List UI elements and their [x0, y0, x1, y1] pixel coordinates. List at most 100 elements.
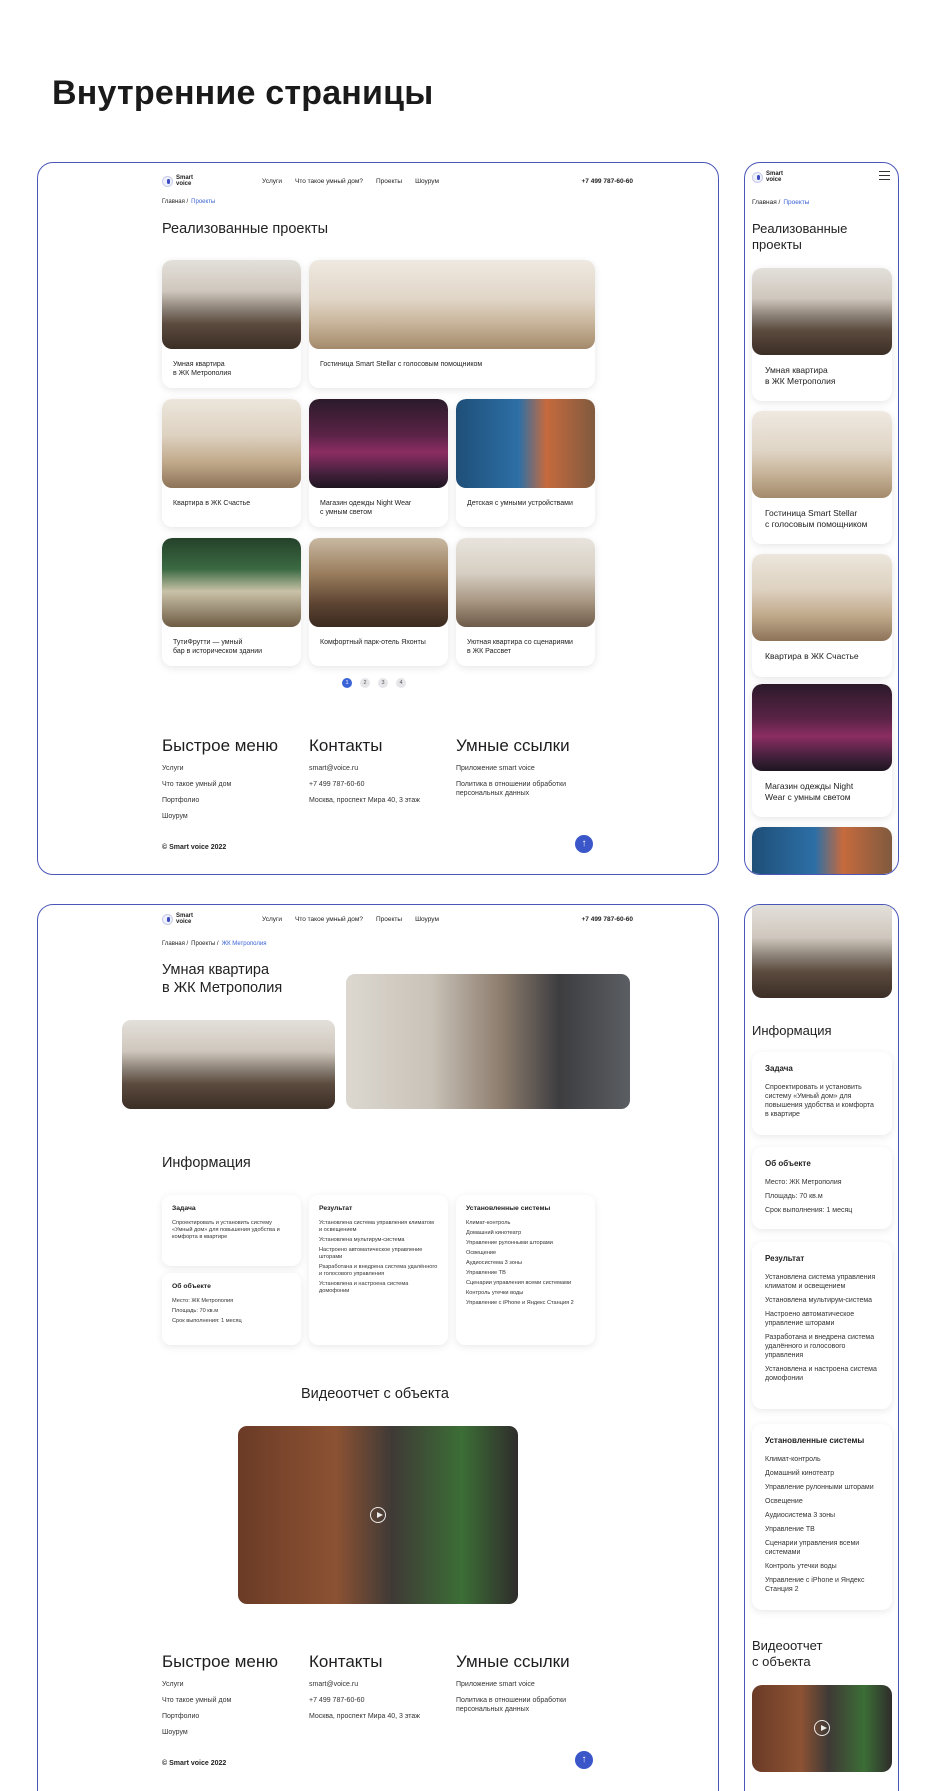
- nav-item-projects[interactable]: Проекты: [376, 178, 402, 185]
- footer-link-services[interactable]: Услуги: [162, 1680, 278, 1689]
- page-2-button[interactable]: 2: [360, 678, 370, 688]
- project-card[interactable]: Уютная квартира со сценариями в ЖК Рассв…: [456, 538, 595, 666]
- nav-item-showroom[interactable]: Шоурум: [415, 916, 439, 923]
- footer-link-services[interactable]: Услуги: [162, 764, 278, 773]
- logo[interactable]: Smart voice: [162, 175, 262, 187]
- footer-link-portfolio[interactable]: Портфолио: [162, 1712, 278, 1721]
- project-card[interactable]: Магазин одежды Night Wear с умным светом: [309, 399, 448, 527]
- system-item: Контроль утечки воды: [466, 1290, 524, 1296]
- footer-link-app[interactable]: Приложение smart voice: [456, 1680, 570, 1689]
- nav-item-projects[interactable]: Проекты: [376, 916, 402, 923]
- project-caption: Гостиница Smart Stellar с голосовым помо…: [320, 361, 483, 368]
- result-item: Установлена система управления климатом …: [765, 1274, 876, 1290]
- project-card[interactable]: Детская с умными устройствами: [456, 399, 595, 527]
- project-caption: ТутиФрутти — умный бар в историческом зд…: [173, 639, 263, 655]
- footer-link-portfolio[interactable]: Портфолио: [162, 796, 278, 805]
- video-title: Видеоотчет с объекта: [301, 1386, 449, 1402]
- project-card[interactable]: Умная квартира в ЖК Метрополия: [752, 268, 892, 401]
- project-card[interactable]: Магазин одежды Night Wear с умным светом: [752, 684, 892, 817]
- project-card[interactable]: Комфортный парк-отель Яхонты: [309, 538, 448, 666]
- nav-item-smart-home[interactable]: Что такое умный дом?: [295, 178, 363, 185]
- page-title: Умная квартира в ЖК Метрополия: [162, 962, 283, 997]
- menu-icon[interactable]: [879, 171, 890, 180]
- object-title: Об объекте: [172, 1283, 211, 1290]
- footer-address: Москва, проспект Мира 40, 3 этаж: [309, 1713, 420, 1720]
- footer-email[interactable]: smart@voice.ru: [309, 764, 420, 773]
- system-item: Управление рулонными шторами: [765, 1484, 874, 1491]
- project-photo: [456, 399, 595, 488]
- project-photo-main[interactable]: [346, 974, 630, 1109]
- system-item: Управление с iPhone и Яндекс Станция 2: [765, 1577, 865, 1593]
- footer-menu: Быстрое меню Услуги Что такое умный дом …: [162, 736, 278, 828]
- desktop-projects-frame: Smart voice Услуги Что такое умный дом? …: [37, 162, 719, 875]
- result-item: Установлена и настроена система домофони…: [319, 1281, 409, 1294]
- logo-text: Smart voice: [176, 175, 194, 187]
- breadcrumb-home[interactable]: Главная /: [752, 199, 780, 206]
- project-card[interactable]: ТутиФрутти — умный бар в историческом зд…: [162, 538, 301, 666]
- project-caption: Умная квартира в ЖК Метрополия: [765, 365, 836, 386]
- scroll-up-button[interactable]: ↑: [575, 1751, 593, 1769]
- header-phone[interactable]: +7 499 787-60-60: [581, 916, 633, 923]
- play-icon[interactable]: [370, 1507, 386, 1523]
- system-item: Управление ТВ: [466, 1270, 506, 1276]
- page-3-button[interactable]: 3: [378, 678, 388, 688]
- footer-menu: Быстрое меню Услуги Что такое умный дом …: [162, 1652, 278, 1744]
- breadcrumb-projects[interactable]: Проекты /: [191, 941, 218, 947]
- footer-email[interactable]: smart@voice.ru: [309, 1680, 420, 1689]
- breadcrumb-current: Проекты: [191, 199, 216, 205]
- site-header: Smart voice Услуги Что такое умный дом? …: [162, 173, 633, 189]
- project-card[interactable]: Квартира в ЖК Счастье: [162, 399, 301, 527]
- video-player[interactable]: [752, 1685, 892, 1772]
- mobile-logo[interactable]: Smart voice: [752, 171, 794, 183]
- footer-phone[interactable]: +7 499 787-60-60: [309, 780, 420, 789]
- project-card[interactable]: [752, 827, 892, 874]
- nav-item-services[interactable]: Услуги: [262, 916, 282, 923]
- result-card: Результат Установлена система управления…: [309, 1195, 448, 1345]
- project-photo: [162, 260, 301, 349]
- footer-link-smart-home[interactable]: Что такое умный дом: [162, 780, 278, 789]
- nav-item-showroom[interactable]: Шоурум: [415, 178, 439, 185]
- task-card: Задача Спроектировать и установить систе…: [162, 1195, 301, 1266]
- project-photo: [752, 554, 892, 641]
- breadcrumb-home[interactable]: Главная /: [162, 199, 188, 205]
- project-photo: [752, 905, 892, 998]
- object-place: Место: ЖК Метрополия: [765, 1179, 842, 1186]
- page-4-button[interactable]: 4: [396, 678, 406, 688]
- nav-item-services[interactable]: Услуги: [262, 178, 282, 185]
- header-phone[interactable]: +7 499 787-60-60: [581, 178, 633, 185]
- footer-phone[interactable]: +7 499 787-60-60: [309, 1696, 420, 1705]
- result-item: Установлена мультирум-система: [765, 1297, 873, 1304]
- page-1-button[interactable]: 1: [342, 678, 352, 688]
- footer-link-privacy[interactable]: Политика в отношении обработки персональ…: [456, 1696, 570, 1714]
- footer-link-showroom[interactable]: Шоурум: [162, 1728, 278, 1737]
- result-title: Результат: [765, 1254, 805, 1263]
- play-icon[interactable]: [814, 1720, 830, 1736]
- object-area: Площадь: 70 кв.м: [765, 1193, 823, 1200]
- system-item: Домашний кинотеатр: [765, 1470, 835, 1477]
- footer-link-smart-home[interactable]: Что такое умный дом: [162, 1696, 278, 1705]
- project-card[interactable]: Гостиница Smart Stellar с голосовым помо…: [309, 260, 595, 388]
- footer-link-showroom[interactable]: Шоурум: [162, 812, 278, 821]
- object-card: Об объекте Место: ЖК Метрополия Площадь:…: [162, 1273, 301, 1345]
- footer-address: Москва, проспект Мира 40, 3 этаж: [309, 797, 420, 804]
- system-item: Управление ТВ: [765, 1526, 815, 1533]
- project-card[interactable]: Умная квартира в ЖК Метрополия: [162, 260, 301, 388]
- project-card[interactable]: Квартира в ЖК Счастье: [752, 554, 892, 677]
- project-photo: [309, 399, 448, 488]
- system-item: Аудиосистема 3 зоны: [765, 1512, 836, 1519]
- footer-menu-title: Быстрое меню: [162, 736, 279, 755]
- result-card: Результат Установлена система управления…: [752, 1242, 892, 1409]
- footer-link-privacy[interactable]: Политика в отношении обработки персональ…: [456, 780, 570, 798]
- video-title: Видеоотчет с объекта: [752, 1638, 823, 1669]
- logo[interactable]: Smart voice: [162, 913, 262, 925]
- project-photo: [162, 538, 301, 627]
- video-player[interactable]: [238, 1426, 518, 1604]
- breadcrumb-home[interactable]: Главная /: [162, 941, 188, 947]
- project-caption: Магазин одежды Night Wear с умным светом: [320, 500, 412, 516]
- footer-link-app[interactable]: Приложение smart voice: [456, 764, 570, 773]
- project-card[interactable]: Гостиница Smart Stellar с голосовым помо…: [752, 411, 892, 544]
- system-item: Управление рулонными шторами: [466, 1240, 553, 1246]
- breadcrumb: Главная / Проекты: [162, 199, 215, 205]
- nav-item-smart-home[interactable]: Что такое умный дом?: [295, 916, 363, 923]
- scroll-up-button[interactable]: ↑: [575, 835, 593, 853]
